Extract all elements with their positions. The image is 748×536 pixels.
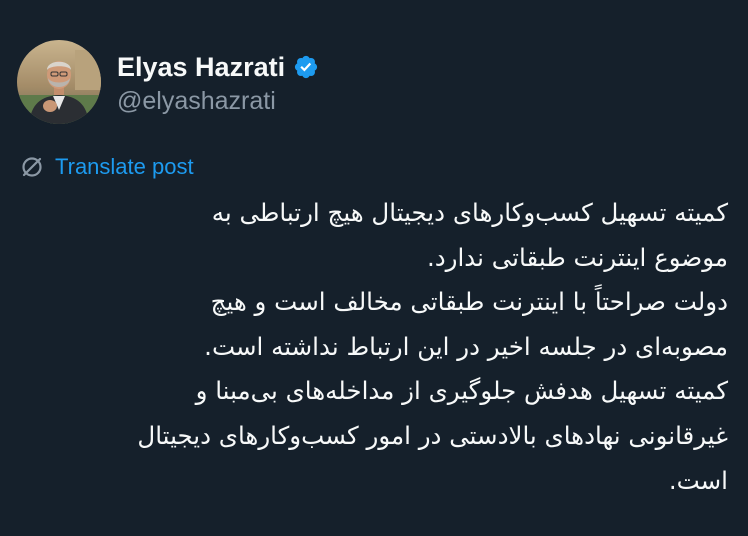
post-text-line: است. (668, 465, 728, 495)
verified-badge-icon[interactable] (293, 54, 319, 80)
post-text-line: موضوع اینترنت طبقاتی ندارد. (426, 242, 728, 272)
post-text-line: کمیته تسهیل هدفش جلوگیری از مداخله‌های ب… (195, 376, 728, 406)
translate-icon (20, 155, 44, 179)
post-text-line: دولت صراحتاً با اینترنت طبقاتی مخالف است… (210, 287, 728, 317)
author-name-row: Elyas Hazrati (117, 49, 319, 85)
translate-post-label: Translate post (55, 154, 194, 179)
author-display-name[interactable]: Elyas Hazrati (117, 49, 285, 85)
avatar-image (17, 40, 101, 124)
translate-post-button[interactable]: Translate post (20, 151, 194, 183)
avatar[interactable] (17, 40, 101, 124)
post-text: کمیته تسهیل کسب‌وکارهای دیجیتال هیچ ارتب… (16, 191, 728, 503)
author-handle[interactable]: @elyashazrati (117, 84, 276, 118)
post-text-line: مصوبه‌ای در جلسه اخیر در این ارتباط نداش… (204, 331, 728, 361)
post-text-line: کمیته تسهیل کسب‌وکارهای دیجیتال هیچ ارتب… (211, 198, 728, 227)
post-text-line: غیرقانونی نهادهای بالادستی در امور کسب‌و… (137, 420, 728, 450)
tweet-card: Elyas Hazrati @elyashazrati Translate po… (0, 0, 748, 536)
